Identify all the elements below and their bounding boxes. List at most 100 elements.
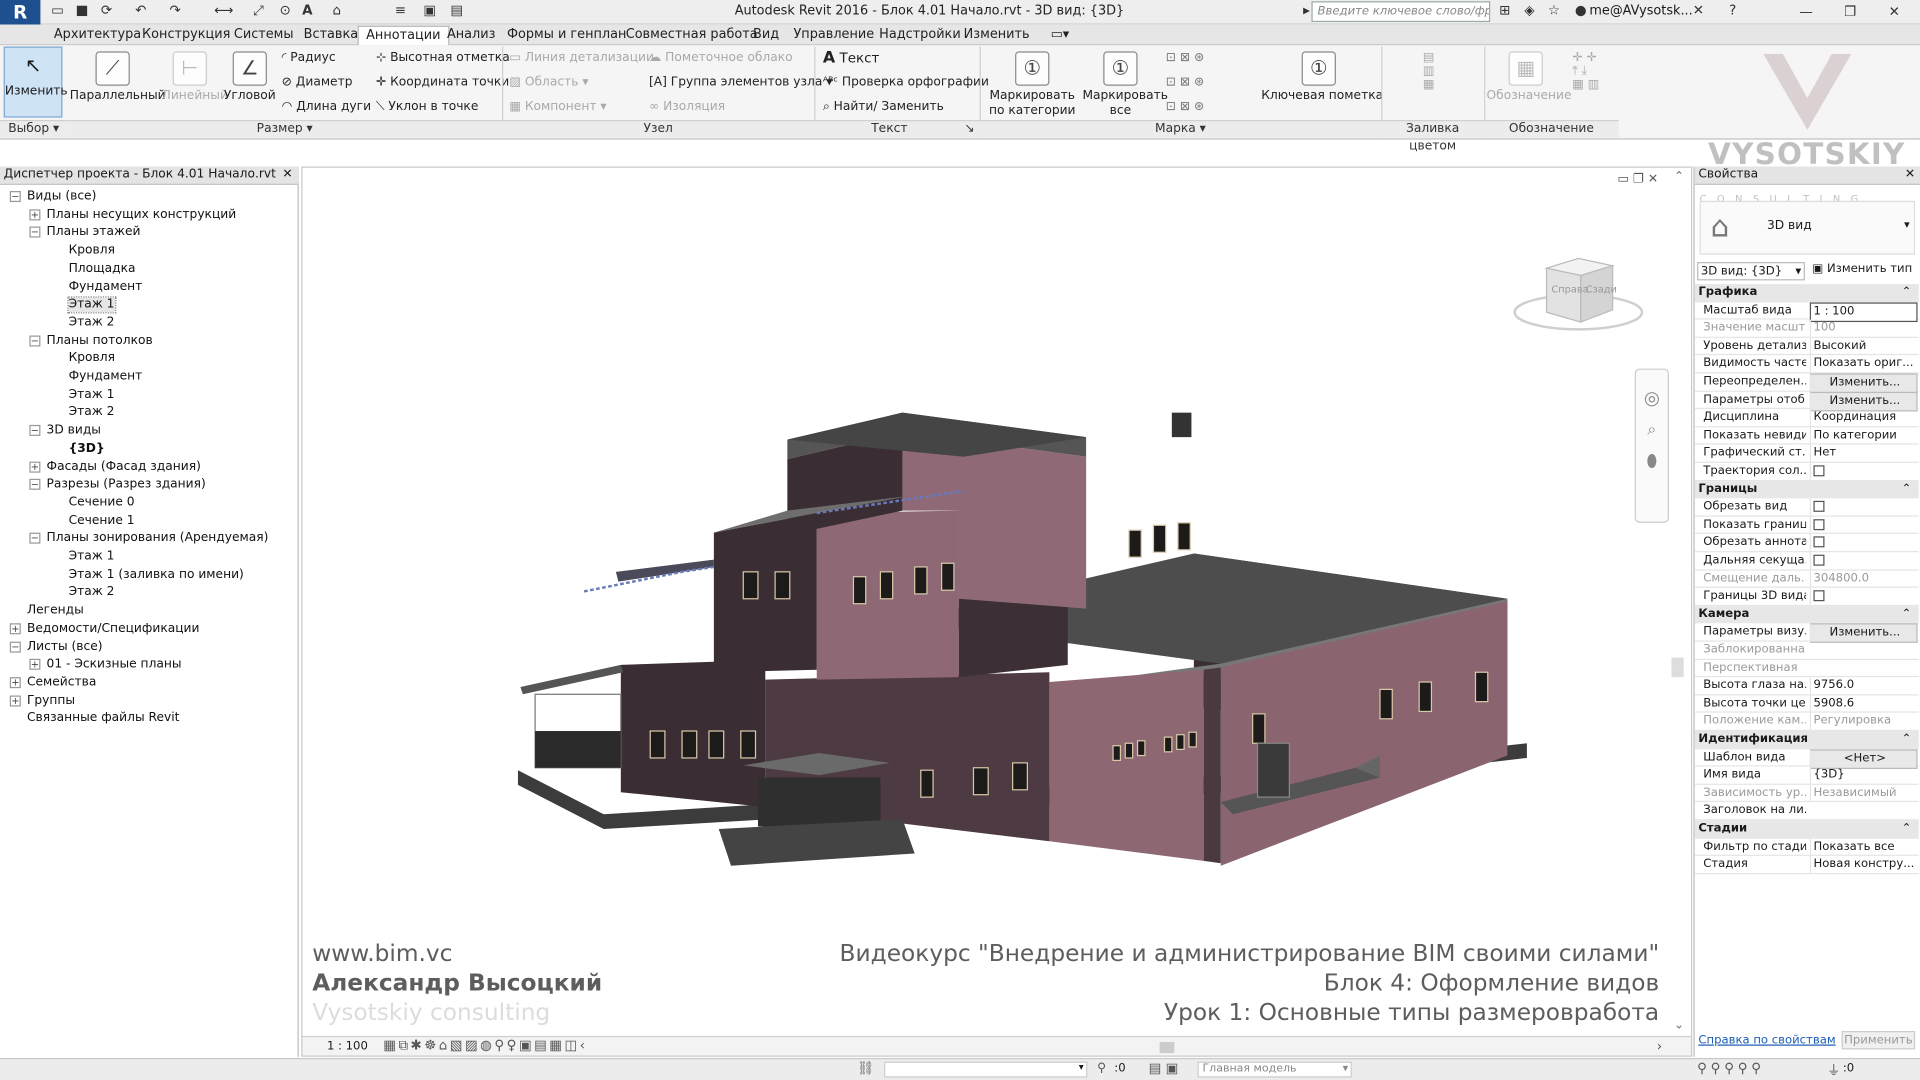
checkbox[interactable] <box>1813 518 1825 530</box>
browser-item[interactable]: Этаж 2 <box>69 316 115 331</box>
browser-item[interactable]: Этаж 1 <box>67 296 116 314</box>
tab-view[interactable]: Вид <box>746 26 787 46</box>
property-value[interactable]: 5908.6 <box>1809 695 1918 713</box>
view-window-controls[interactable]: ▭ ❐ ✕ <box>1618 173 1659 186</box>
browser-item[interactable]: Листы (все) <box>27 640 103 655</box>
property-value[interactable]: Изменить... <box>1809 391 1918 411</box>
property-row[interactable]: Зависимость ур... Независимый <box>1694 784 1919 803</box>
design-option-dropdown[interactable]: Главная модель ▾ <box>1197 1061 1352 1078</box>
instance-selector[interactable]: 3D вид: {3D} ▾ <box>1697 262 1805 281</box>
collapse-icon[interactable]: ⌃ <box>1902 481 1912 498</box>
component-button[interactable]: ▦ Компонент ▾ <box>509 100 606 113</box>
tree-expander[interactable]: − <box>9 191 21 203</box>
spot-elevation-button[interactable]: ⊹ Высотная отметка <box>376 51 510 64</box>
scroll-right-icon[interactable]: › <box>1657 1038 1662 1054</box>
application-menu-button[interactable]: R <box>0 0 41 27</box>
apply-button[interactable]: Применить <box>1841 1031 1916 1050</box>
property-row[interactable]: Стадия Новая констру... <box>1694 856 1919 875</box>
spot-coordinate-button[interactable]: ✛ Координата точки <box>376 76 509 89</box>
search-input[interactable]: Введите ключевое слово/фразу <box>1311 1 1491 23</box>
panel-tag[interactable]: Марка ▾ <box>979 120 1382 139</box>
tab-insert[interactable]: Вставка <box>296 26 365 46</box>
help-icon[interactable]: ? <box>1724 2 1741 19</box>
tab-collaborate[interactable]: Совместная работа <box>618 26 765 46</box>
tag-tools-icons-3[interactable]: ⊡ ⊠ ⊛ <box>1166 100 1205 113</box>
tree-expander[interactable]: + <box>9 677 21 689</box>
property-value[interactable]: <Нет> <box>1809 748 1918 769</box>
checkbox[interactable] <box>1813 501 1825 513</box>
property-row[interactable]: Графический ст... Нет <box>1694 444 1919 463</box>
property-value[interactable]: Регулировка <box>1809 713 1918 731</box>
tab-structure[interactable]: Конструкция <box>135 26 238 46</box>
tab-annotate[interactable]: Аннотации <box>357 25 450 46</box>
property-row[interactable]: Параметры визу... Изменить... <box>1694 623 1919 644</box>
property-value[interactable]: {3D} <box>1809 766 1918 784</box>
property-value[interactable] <box>1809 498 1918 519</box>
property-row[interactable]: Дальняя секуща... <box>1694 552 1919 572</box>
browser-item[interactable]: Площадка <box>69 262 136 277</box>
tag-tools-icons-2[interactable]: ⊡ ⊠ ⊛ <box>1166 76 1205 89</box>
property-row[interactable]: Видимость частей Показать ориг... <box>1694 355 1919 374</box>
scroll-up-icon[interactable]: ⌃ <box>1674 170 1684 183</box>
switch-windows-icon[interactable]: ▤ <box>448 2 465 19</box>
text-button[interactable]: A Текст <box>823 49 880 67</box>
aligned-dimension-button[interactable]: ⟋ Параллельный <box>70 47 166 103</box>
property-row[interactable]: Траектория сол... <box>1694 462 1919 483</box>
3d-view-canvas[interactable]: ▭ ❐ ✕ ⌃ ⌄ Справа Сзади ◎ ⌕ ⬮ www.bim.vc … <box>301 166 1693 1057</box>
property-row[interactable]: Имя вида {3D} <box>1694 766 1919 785</box>
design-options-icon[interactable]: ▤ ▣ <box>1149 1060 1179 1076</box>
linear-dimension-button[interactable]: ⊢ Линейный <box>162 47 228 103</box>
property-row[interactable]: Шаблон вида <Нет> <box>1694 748 1919 769</box>
checkbox[interactable] <box>1813 465 1825 477</box>
property-value[interactable]: 304800.0 <box>1809 570 1918 588</box>
checkbox[interactable] <box>1813 554 1825 566</box>
properties-help-link[interactable]: Справка по свойствам <box>1698 1033 1835 1046</box>
user-name[interactable]: me@AVysotsk... <box>1589 4 1692 19</box>
panel-select[interactable]: Выбор ▾ <box>0 120 68 139</box>
property-value[interactable]: Показать все <box>1809 838 1918 856</box>
redo-icon[interactable]: ↷ <box>167 2 184 19</box>
property-group-header[interactable]: Графика ⌃ <box>1694 284 1919 302</box>
property-group-header[interactable]: Идентификация ⌃ <box>1694 731 1919 749</box>
property-group-header[interactable]: Камера ⌃ <box>1694 605 1919 624</box>
property-value[interactable] <box>1809 534 1918 554</box>
tree-expander[interactable]: − <box>9 641 21 653</box>
property-value[interactable] <box>1809 516 1918 537</box>
dimension-icon[interactable]: ⤢ <box>250 2 267 19</box>
browser-item[interactable]: Этаж 2 <box>69 406 115 421</box>
tree-expander[interactable]: − <box>29 425 41 437</box>
property-row[interactable]: Смещение даль... 304800.0 <box>1694 570 1919 588</box>
browser-item[interactable]: Планы зонирования (Арендуемая) <box>47 532 269 547</box>
tree-expander[interactable]: − <box>29 479 41 491</box>
property-value[interactable] <box>1809 462 1918 483</box>
browser-item[interactable]: Фасады (Фасад здания) <box>47 460 201 475</box>
browser-item[interactable]: Планы потолков <box>47 334 153 349</box>
property-value[interactable]: 100 <box>1809 319 1918 337</box>
checkbox[interactable] <box>1813 536 1825 548</box>
3d-view-icon[interactable]: ⌂ <box>328 2 345 19</box>
property-row[interactable]: Переопределен... Изменить... <box>1694 373 1919 394</box>
close-button[interactable]: ✕ <box>1873 0 1915 23</box>
property-row[interactable]: Уровень детализ...Высокий <box>1694 337 1919 356</box>
sync-icon[interactable]: ⟳ <box>98 2 115 19</box>
browser-item[interactable]: Семейства <box>27 676 96 691</box>
horizontal-scrollbar-thumb[interactable] <box>1159 1042 1175 1054</box>
color-fill-icons[interactable]: ▤ ▥ ▦ <box>1423 51 1435 91</box>
property-value[interactable]: Изменить... <box>1809 623 1918 644</box>
minimize-button[interactable]: — <box>1785 0 1827 23</box>
tree-expander[interactable]: + <box>29 209 41 221</box>
tree-expander[interactable]: + <box>29 659 41 671</box>
tree-expander[interactable]: − <box>29 335 41 347</box>
browser-item[interactable]: Планы этажей <box>47 226 141 241</box>
browser-item[interactable]: 3D виды <box>47 424 101 439</box>
tree-expander[interactable] <box>9 605 21 617</box>
favorites-icon[interactable]: ☆ <box>1545 2 1562 19</box>
panel-dimension[interactable]: Размер ▾ <box>67 120 503 139</box>
view-scale[interactable]: 1 : 100 <box>327 1040 368 1053</box>
orbit-icon[interactable]: ⬮ <box>1636 452 1668 472</box>
property-value[interactable] <box>1809 587 1918 608</box>
browser-item[interactable]: Сечение 0 <box>69 496 135 511</box>
building-model[interactable] <box>498 388 1527 902</box>
tab-architecture[interactable]: Архитектура <box>47 26 149 46</box>
tag-by-category-button[interactable]: ① Маркировать по категории <box>984 47 1080 119</box>
